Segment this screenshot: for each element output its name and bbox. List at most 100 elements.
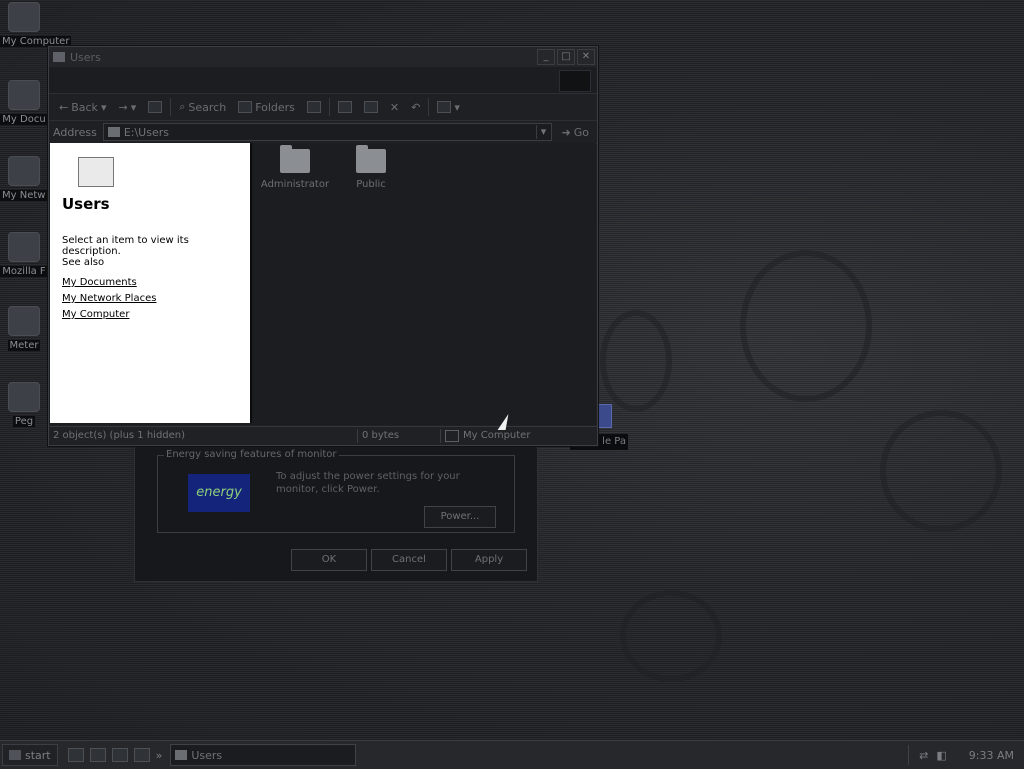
- views-button[interactable]: ▾: [433, 101, 464, 114]
- copy-to-button[interactable]: [360, 101, 382, 113]
- folder-icon: [175, 750, 188, 760]
- title-bar[interactable]: Users _ □ ✕: [49, 47, 597, 67]
- up-folder-button[interactable]: [144, 101, 166, 113]
- taskbar: start » Users ⇄ ◧ 9:33 AM: [0, 740, 1024, 769]
- history-icon: [306, 101, 321, 113]
- back-arrow-icon: ←: [59, 100, 69, 114]
- minimize-button[interactable]: _: [537, 49, 555, 65]
- messenger-icon[interactable]: [133, 748, 150, 762]
- link-my-documents[interactable]: My Documents: [62, 277, 137, 288]
- file-name: Public: [356, 179, 386, 190]
- move-to-button[interactable]: [334, 101, 356, 113]
- system-tray: ⇄ ◧ 9:33 AM: [908, 745, 1024, 765]
- logo-text: energy: [196, 485, 242, 500]
- toolbar-separator: [328, 98, 330, 116]
- chevron-down-icon: ▾: [454, 100, 460, 114]
- undo-button[interactable]: ↶: [407, 101, 424, 114]
- maximize-button[interactable]: □: [557, 49, 575, 65]
- window-title: Users: [70, 50, 101, 64]
- folder-icon: [53, 52, 65, 62]
- go-button[interactable]: ➜ Go: [558, 126, 593, 139]
- status-size: 0 bytes: [358, 429, 441, 443]
- folders-icon: [238, 101, 253, 113]
- cancel-button[interactable]: Cancel: [371, 549, 447, 571]
- desktop-icon-my-computer[interactable]: My Computer: [0, 2, 72, 47]
- power-description: To adjust the power settings for your mo…: [276, 471, 460, 495]
- taskbar-item-users[interactable]: Users: [170, 744, 357, 766]
- email-icon[interactable]: [111, 748, 128, 762]
- search-label: Search: [188, 100, 227, 114]
- network-tray-icon[interactable]: ⇄: [919, 749, 928, 762]
- see-also-label: See also: [62, 257, 105, 268]
- history-button[interactable]: [303, 101, 325, 113]
- search-icon: ⌕: [179, 100, 186, 113]
- chevron-down-icon: ▾: [130, 100, 137, 114]
- folder-icon: [107, 127, 120, 137]
- desktop-icon-my-network-places[interactable]: My Netw Plac: [0, 156, 72, 201]
- copy-to-icon: [363, 101, 378, 113]
- computer-icon: [445, 430, 459, 442]
- display-properties-dialog: Energy saving features of monitor energy…: [134, 444, 538, 582]
- desktop-icon-meter[interactable]: Meter: [0, 306, 48, 351]
- desktop-icon-peg[interactable]: Peg: [0, 382, 48, 427]
- search-button[interactable]: ⌕ Search: [175, 100, 230, 114]
- chevron-right-icon[interactable]: »: [156, 749, 163, 762]
- desktop-icon-my-documents[interactable]: My Docu: [0, 80, 48, 125]
- shortcut-icon: [8, 306, 40, 336]
- toolbar-separator: [428, 98, 430, 116]
- start-label: start: [25, 748, 51, 762]
- status-objects: 2 object(s) (plus 1 hidden): [49, 429, 358, 443]
- windows-logo-icon: [559, 70, 591, 92]
- background-window-label: le Pa: [602, 436, 626, 447]
- move-to-icon: [337, 101, 352, 113]
- menu-bar: [49, 67, 597, 94]
- delete-button[interactable]: ✕: [386, 101, 403, 114]
- quick-launch: »: [67, 748, 163, 762]
- folder-item-administrator[interactable]: Administrator: [260, 145, 330, 190]
- close-button[interactable]: ✕: [577, 49, 595, 65]
- apply-button[interactable]: Apply: [451, 549, 527, 571]
- clock[interactable]: 9:33 AM: [969, 749, 1014, 762]
- computer-icon: [8, 2, 40, 32]
- address-value: E:\Users: [123, 125, 169, 139]
- network-icon: [8, 156, 40, 186]
- energy-star-logo: energy: [188, 474, 250, 512]
- link-my-network-places[interactable]: My Network Places: [62, 293, 156, 304]
- wallpaper-scribble: [600, 310, 672, 412]
- address-bar: Address E:\Users ▾ ➜ Go: [49, 121, 597, 144]
- address-input[interactable]: E:\Users ▾: [102, 123, 552, 141]
- link-my-computer[interactable]: My Computer: [62, 309, 129, 320]
- folder-item-public[interactable]: Public: [336, 145, 406, 190]
- forward-arrow-icon: →: [118, 100, 128, 114]
- shortcut-icon: [8, 382, 40, 412]
- taskbar-item-label: Users: [191, 748, 223, 762]
- ok-button[interactable]: OK: [291, 549, 367, 571]
- folder-icon: [280, 145, 310, 173]
- windows-logo-icon: [9, 750, 21, 760]
- address-label: Address: [53, 125, 97, 139]
- chevron-down-icon[interactable]: ▾: [535, 125, 551, 139]
- go-label: Go: [573, 125, 589, 139]
- browser-icon[interactable]: [89, 748, 106, 762]
- browser-icon: [8, 232, 40, 262]
- status-location-label: My Computer: [463, 430, 531, 441]
- back-label: Back: [71, 100, 98, 114]
- forward-button[interactable]: → ▾: [114, 101, 140, 114]
- energy-group: Energy saving features of monitor energy…: [157, 449, 515, 533]
- folder-icon: [78, 157, 114, 187]
- desktop-icon-mozilla[interactable]: Mozilla F: [0, 232, 48, 277]
- folders-button[interactable]: Folders: [234, 101, 299, 114]
- task-pane: Users Select an item to view its descrip…: [50, 143, 252, 423]
- volume-tray-icon[interactable]: ◧: [936, 749, 946, 762]
- folder-content: Users Select an item to view its descrip…: [50, 143, 596, 425]
- folders-label: Folders: [255, 100, 295, 114]
- toolbar: ← Back ▾ → ▾ ⌕ Search Folders ✕ ↶ ▾: [49, 94, 597, 121]
- explorer-window: Users _ □ ✕ ← Back ▾ → ▾ ⌕ Search Folder…: [48, 46, 598, 446]
- back-button[interactable]: ← Back ▾: [55, 101, 110, 114]
- scroll-arrow-icon[interactable]: [596, 404, 612, 428]
- start-button[interactable]: start: [2, 744, 58, 766]
- desktop-icon[interactable]: [67, 748, 84, 762]
- file-name: Administrator: [260, 179, 330, 190]
- power-button[interactable]: Power...: [424, 506, 496, 528]
- folder-icon: [356, 145, 386, 173]
